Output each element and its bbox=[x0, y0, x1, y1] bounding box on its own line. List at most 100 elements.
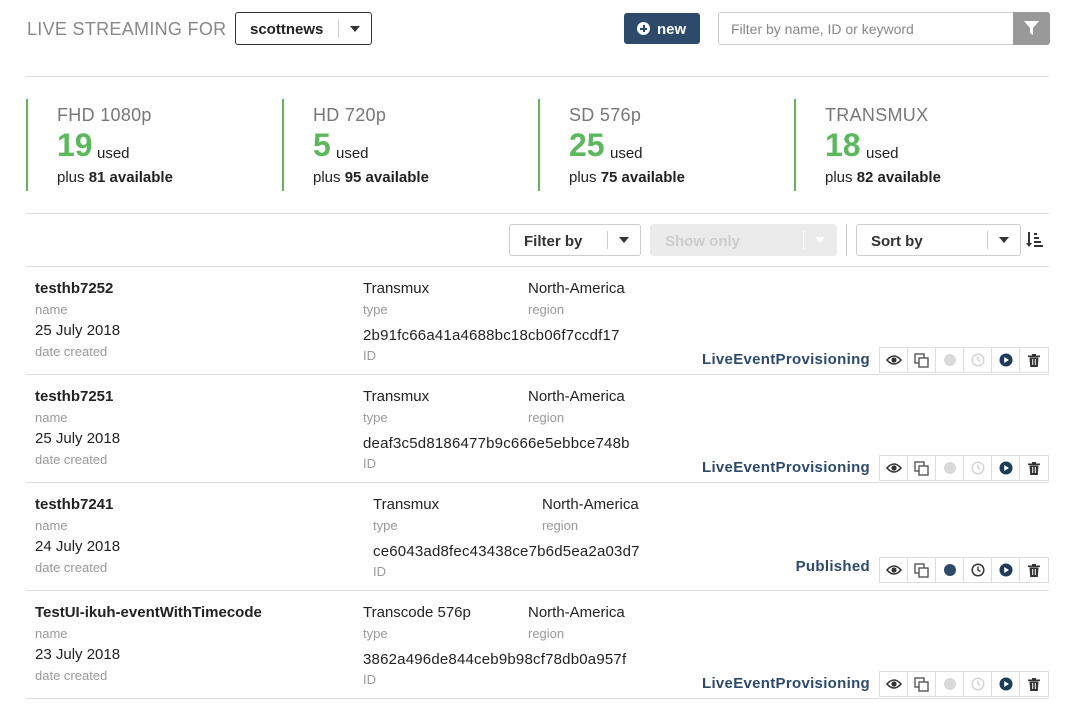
play-icon bbox=[999, 353, 1013, 367]
copy-icon bbox=[914, 352, 929, 368]
type-label: type bbox=[363, 410, 388, 425]
status-badge: LiveEventProvisioning bbox=[701, 459, 870, 476]
stat-name: SD 576p bbox=[569, 105, 642, 125]
delete-button[interactable] bbox=[1020, 558, 1048, 582]
schedule-button[interactable] bbox=[964, 672, 992, 696]
chevron-down-icon bbox=[999, 237, 1009, 243]
copy-icon bbox=[914, 562, 929, 578]
search-input[interactable] bbox=[718, 12, 1014, 45]
event-name[interactable]: TestUI-ikuh-eventWithTimecode bbox=[35, 604, 262, 621]
event-date: 25 July 2018 bbox=[35, 322, 121, 339]
stat-name: HD 720p bbox=[313, 105, 387, 125]
type-label: type bbox=[373, 518, 398, 533]
show-only-select[interactable]: Show only bbox=[650, 224, 837, 256]
action-group bbox=[879, 347, 1049, 373]
event-date: 25 July 2018 bbox=[35, 430, 121, 447]
sort-icon[interactable] bbox=[1026, 231, 1044, 249]
record-button[interactable] bbox=[936, 672, 964, 696]
play-button[interactable] bbox=[992, 558, 1020, 582]
date-label: date created bbox=[35, 452, 108, 467]
clock-icon bbox=[970, 677, 985, 691]
trash-icon bbox=[1028, 563, 1040, 577]
delete-button[interactable] bbox=[1020, 348, 1048, 372]
record-button[interactable] bbox=[936, 558, 964, 582]
action-group bbox=[879, 671, 1049, 697]
stat-plus-label: plus bbox=[569, 169, 597, 186]
name-label: name bbox=[35, 410, 68, 425]
event-name[interactable]: testhb7252 bbox=[35, 280, 113, 297]
stat-used-count: 18 bbox=[825, 127, 861, 163]
event-type: Transmux bbox=[373, 496, 440, 513]
event-type: Transmux bbox=[363, 388, 430, 405]
event-region: North-America bbox=[528, 604, 625, 621]
filter-icon bbox=[1024, 21, 1039, 35]
chevron-down-icon bbox=[350, 26, 360, 32]
event-name[interactable]: testhb7241 bbox=[35, 496, 113, 513]
stat-name: FHD 1080p bbox=[57, 105, 152, 125]
type-label: type bbox=[363, 302, 388, 317]
eye-icon bbox=[885, 678, 902, 690]
delete-button[interactable] bbox=[1020, 672, 1048, 696]
divider bbox=[26, 213, 1049, 214]
record-button[interactable] bbox=[936, 456, 964, 480]
schedule-button[interactable] bbox=[964, 348, 992, 372]
stat-used-count: 25 bbox=[569, 127, 605, 163]
event-row[interactable]: testhb7241 name 24 July 2018 date create… bbox=[26, 482, 1049, 590]
divider bbox=[987, 231, 988, 249]
filter-button[interactable] bbox=[1013, 12, 1050, 45]
copy-button[interactable] bbox=[908, 672, 936, 696]
stat-available: plus 81 available bbox=[57, 169, 173, 186]
stat-used-label: used bbox=[336, 145, 369, 162]
copy-button[interactable] bbox=[908, 348, 936, 372]
copy-button[interactable] bbox=[908, 558, 936, 582]
account-select[interactable]: scottnews bbox=[235, 12, 372, 45]
stat-fhd: FHD 1080p 19 used plus 81 available bbox=[26, 99, 282, 191]
clock-icon bbox=[970, 353, 985, 367]
filter-by-select[interactable]: Filter by bbox=[509, 224, 641, 256]
event-id: 2b91fc66a41a4688bc18cb06f7ccdf17 bbox=[363, 327, 620, 344]
divider bbox=[338, 19, 339, 38]
record-icon bbox=[943, 461, 957, 475]
filter-by-label: Filter by bbox=[524, 233, 583, 250]
stat-available: plus 75 available bbox=[569, 169, 685, 186]
event-row[interactable]: testhb7251 name 25 July 2018 date create… bbox=[26, 374, 1049, 482]
play-button[interactable] bbox=[992, 348, 1020, 372]
sort-by-select[interactable]: Sort by bbox=[856, 224, 1021, 256]
schedule-button[interactable] bbox=[964, 558, 992, 582]
play-button[interactable] bbox=[992, 456, 1020, 480]
new-button-label: new bbox=[657, 21, 687, 38]
play-button[interactable] bbox=[992, 672, 1020, 696]
view-button[interactable] bbox=[880, 348, 908, 372]
chevron-down-icon bbox=[619, 237, 629, 243]
event-name[interactable]: testhb7251 bbox=[35, 388, 113, 405]
trash-icon bbox=[1028, 353, 1040, 367]
event-id: deaf3c5d8186477b9c666e5ebbce748b bbox=[363, 435, 630, 452]
schedule-button[interactable] bbox=[964, 456, 992, 480]
divider bbox=[846, 224, 847, 256]
copy-icon bbox=[914, 676, 929, 692]
stat-used-label: used bbox=[97, 145, 130, 162]
action-group bbox=[879, 557, 1049, 583]
stat-available-count: 95 available bbox=[344, 169, 429, 186]
name-label: name bbox=[35, 626, 68, 641]
delete-button[interactable] bbox=[1020, 456, 1048, 480]
new-button[interactable]: new bbox=[624, 13, 700, 44]
copy-button[interactable] bbox=[908, 456, 936, 480]
event-type: Transcode 576p bbox=[363, 604, 471, 621]
stat-plus-label: plus bbox=[57, 169, 85, 186]
view-button[interactable] bbox=[880, 558, 908, 582]
page-title: LIVE STREAMING FOR bbox=[27, 19, 227, 39]
show-only-label: Show only bbox=[665, 233, 740, 250]
view-button[interactable] bbox=[880, 672, 908, 696]
view-button[interactable] bbox=[880, 456, 908, 480]
stat-available: plus 82 available bbox=[825, 169, 941, 186]
record-icon bbox=[943, 353, 957, 367]
date-label: date created bbox=[35, 560, 108, 575]
trash-icon bbox=[1028, 461, 1040, 475]
chevron-down-icon bbox=[815, 237, 825, 243]
region-label: region bbox=[542, 518, 579, 533]
stat-available-count: 82 available bbox=[856, 169, 941, 186]
event-row[interactable]: testhb7252 name 25 July 2018 date create… bbox=[26, 266, 1049, 374]
record-button[interactable] bbox=[936, 348, 964, 372]
event-row[interactable]: TestUI-ikuh-eventWithTimecode name 23 Ju… bbox=[26, 590, 1049, 698]
